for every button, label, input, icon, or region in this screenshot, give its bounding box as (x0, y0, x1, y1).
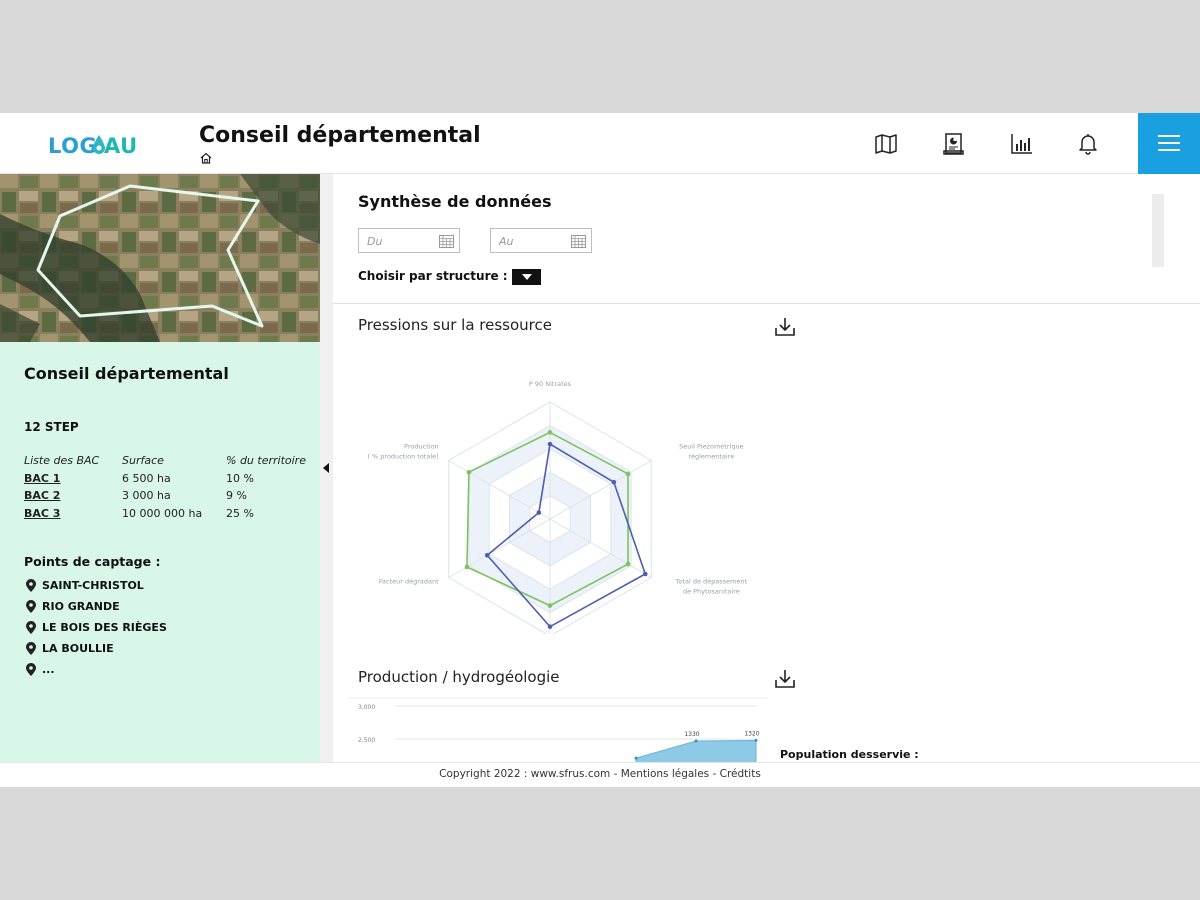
info-panel: Conseil départemental 12 STEP Liste des … (0, 342, 320, 762)
bac-row-percent: 10 % (226, 472, 254, 485)
location-pin-icon (26, 599, 36, 613)
header: LOG AU Conseil départemental (0, 113, 1200, 174)
structure-label: Choisir par structure : (358, 269, 508, 283)
download-icon[interactable] (774, 669, 796, 689)
production-point (634, 756, 638, 760)
bac-row-percent: 9 % (226, 489, 247, 502)
download-icon[interactable] (774, 317, 796, 337)
radar-series-0-point (466, 469, 472, 475)
data-label: 1320 (744, 730, 759, 737)
radar-series-0-point (547, 603, 553, 608)
radar-axis-label: Facteur dégradant (379, 578, 439, 586)
bac-row-name[interactable]: BAC 3 (24, 507, 60, 520)
location-pin-icon (26, 641, 36, 655)
y-tick-label: 2,500 (358, 737, 375, 744)
bar-chart-icon[interactable] (1009, 131, 1035, 157)
captage-item-label: LE BOIS DES RIÈGES (42, 620, 167, 634)
captage-item[interactable]: LA BOULLIE (26, 640, 114, 656)
footer-separator: - (712, 768, 717, 780)
calendar-icon[interactable] (571, 234, 586, 248)
pressions-title: Pressions sur la ressource (358, 316, 552, 334)
y-tick-label: 3,000 (358, 704, 375, 711)
captage-item[interactable]: SAINT-CHRISTOL (26, 577, 144, 593)
credits-link[interactable]: Crédtits (720, 768, 761, 780)
map-icon[interactable] (873, 131, 899, 157)
radar-series-0-point (625, 561, 631, 567)
captage-item[interactable]: ... (26, 661, 55, 677)
radar-series-0-point (625, 471, 631, 477)
radar-series-0-point (547, 430, 553, 435)
production-point (694, 739, 698, 743)
location-pin-icon (26, 662, 36, 676)
footer: Copyright 2022 : www.sfrus.com - Mention… (0, 762, 1200, 787)
data-label: 1330 (684, 731, 699, 738)
pressions-radar-chart: P 90 Nitrates Seuil Piezométrique réglemen… (367, 380, 748, 634)
location-pin-icon (26, 620, 36, 634)
radar-series-1-point (547, 441, 553, 447)
section-divider (333, 303, 1200, 304)
captage-item-label: SAINT-CHRISTOL (42, 578, 144, 592)
menu-icon-bar (1158, 135, 1180, 137)
bac-row-surface: 3 000 ha (122, 489, 171, 502)
app-window: LOG AU Conseil départemental Conseil dép… (0, 113, 1200, 787)
bac-row-name[interactable]: BAC 1 (24, 472, 60, 485)
logo[interactable]: LOG AU (48, 126, 158, 162)
aerial-map-image (0, 174, 320, 342)
bac-header-percent: % du territoire (226, 454, 306, 467)
bac-row-surface: 10 000 000 ha (122, 507, 203, 520)
main-content: Synthèse de données Du Au Choisir par st… (333, 174, 1200, 762)
bac-row-percent: 25 % (226, 507, 254, 520)
scrollbar[interactable] (1152, 194, 1164, 267)
calendar-icon[interactable] (439, 234, 454, 248)
collapse-sidebar-arrow-icon[interactable] (323, 463, 329, 473)
bac-header-surface: Surface (122, 454, 164, 467)
captage-item-label: RIO GRANDE (42, 599, 120, 613)
captage-title: Points de captage : (24, 554, 161, 569)
report-icon[interactable] (941, 131, 967, 157)
page-title: Conseil départemental (199, 123, 481, 148)
synthese-title: Synthèse de données (358, 192, 552, 211)
radar-series-1-point (536, 510, 542, 515)
production-area-chart: 3,000 2,500 1330 1320 (348, 697, 768, 762)
production-area (635, 739, 757, 762)
population-label: Population desservie : (780, 748, 919, 761)
radar-series-1-point (484, 552, 490, 558)
bell-icon[interactable] (1075, 131, 1101, 157)
radar-series-1-point (642, 571, 648, 577)
logo-text-right: AU (104, 134, 138, 158)
bac-header-name: Liste des BAC (24, 454, 100, 467)
bac-row-name[interactable]: BAC 2 (24, 489, 60, 502)
mentions-legales-link[interactable]: Mentions légales (621, 768, 709, 780)
captage-item[interactable]: RIO GRANDE (26, 598, 120, 614)
date-from-input[interactable]: Du (358, 228, 460, 253)
info-panel-title: Conseil départemental (24, 364, 229, 383)
date-to-input[interactable]: Au (490, 228, 592, 253)
date-from-placeholder: Du (367, 235, 383, 248)
radar-series-1-point (547, 624, 553, 629)
location-pin-icon (26, 578, 36, 592)
radar-axis-label: Production( % production totale) (367, 443, 438, 461)
date-to-placeholder: Au (499, 235, 514, 248)
menu-button[interactable] (1138, 113, 1200, 174)
captage-item[interactable]: LE BOIS DES RIÈGES (26, 619, 167, 635)
radar-axis-label: Seuil Piezométrique réglementaire (679, 443, 744, 461)
radar-axis-label: P 90 Nitrates (529, 380, 572, 388)
step-count-label: 12 STEP (24, 420, 79, 434)
bac-row-surface: 6 500 ha (122, 472, 171, 485)
captage-item-label: ... (42, 662, 55, 676)
production-point (754, 738, 758, 742)
radar-series-1-point (611, 479, 617, 485)
radar-axis-label: Total de dépassement de Phytosanitaire (675, 578, 748, 596)
menu-icon-bar (1158, 149, 1180, 151)
menu-icon-bar (1158, 142, 1180, 144)
copyright-text: Copyright 2022 : www.sfrus.com - (439, 768, 618, 780)
captage-item-label: LA BOULLIE (42, 641, 114, 655)
structure-dropdown[interactable] (512, 269, 541, 285)
production-title: Production / hydrogéologie (358, 668, 560, 686)
radar-series-0-point (464, 564, 470, 570)
home-icon[interactable] (199, 151, 213, 165)
logo-text-left: LOG (48, 134, 98, 158)
